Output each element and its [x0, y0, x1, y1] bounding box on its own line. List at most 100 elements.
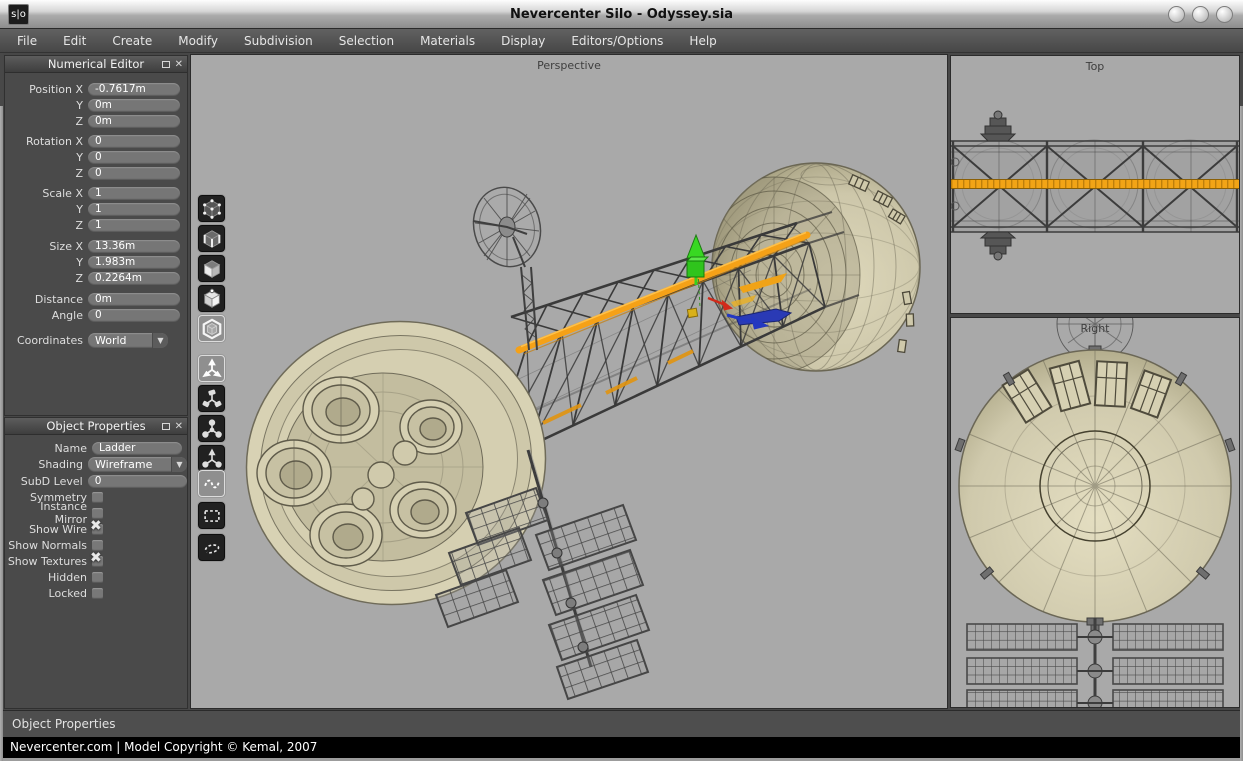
rotation-z-input[interactable]: 0 — [88, 167, 180, 180]
field-label: Size X — [5, 240, 83, 253]
shading-value: Wireframe — [88, 457, 171, 472]
field-label: Y — [5, 203, 83, 216]
object-mode-button[interactable] — [198, 285, 225, 312]
vertex-mode-icon — [201, 198, 223, 220]
show-normals-checkbox[interactable] — [92, 540, 103, 551]
panel-close-icon[interactable]: ✕ — [175, 418, 183, 435]
object-mode-icon — [201, 288, 223, 310]
field-label: Y — [5, 99, 83, 112]
field-label: Y — [5, 151, 83, 164]
window-maximize-button[interactable] — [1192, 6, 1209, 23]
hidden-checkbox[interactable] — [92, 572, 103, 583]
angle-input[interactable]: 0 — [88, 309, 180, 322]
panel-restore-icon[interactable] — [162, 61, 170, 68]
universal-manipulator-button[interactable] — [198, 445, 225, 472]
scale-tool-icon — [201, 418, 223, 440]
vertex-mode-button[interactable] — [198, 195, 225, 222]
object-properties-panel: Object Properties ✕ NameLadder Shading W… — [4, 417, 188, 709]
model-engine-section — [216, 290, 575, 636]
footer-bar: Nevercenter.com | Model Copyright © Kema… — [0, 737, 1243, 761]
scale-tool-button[interactable] — [198, 415, 225, 442]
footer-text: Nevercenter.com | Model Copyright © Kema… — [10, 740, 317, 754]
menu-modify[interactable]: Modify — [165, 29, 231, 53]
checkbox-label: Hidden — [5, 571, 87, 584]
silo-application-window: s|o Nevercenter Silo - Odyssey.sia File … — [0, 0, 1243, 761]
window-minimize-button[interactable] — [1168, 6, 1185, 23]
lasso-select-icon — [201, 537, 223, 559]
rotate-tool-button[interactable] — [198, 385, 225, 412]
rotation-y-input[interactable]: 0 — [88, 151, 180, 164]
checkbox-label: Show Textures — [5, 555, 87, 568]
scale-z-input[interactable]: 1 — [88, 219, 180, 232]
title-bar: s|o Nevercenter Silo - Odyssey.sia — [0, 0, 1243, 29]
menu-edit[interactable]: Edit — [50, 29, 99, 53]
numerical-editor-title: Numerical Editor — [48, 57, 144, 71]
perspective-viewport[interactable]: Perspective — [190, 54, 948, 709]
panel-close-icon[interactable]: ✕ — [175, 56, 183, 73]
instance-mirror-checkbox[interactable] — [92, 508, 103, 519]
status-bar: Object Properties — [0, 710, 1243, 737]
object-name-input[interactable]: Ladder — [92, 442, 182, 455]
numerical-editor-title-bar[interactable]: Numerical Editor ✕ — [5, 56, 187, 73]
status-text: Object Properties — [12, 717, 116, 731]
rect-select-button[interactable] — [198, 502, 225, 529]
face-mode-button[interactable] — [198, 255, 225, 282]
position-y-input[interactable]: 0m — [88, 99, 180, 112]
menu-display[interactable]: Display — [488, 29, 558, 53]
left-panel-column: Numerical Editor ✕ Position X-0.7617m Y0… — [3, 53, 189, 710]
scale-x-input[interactable]: 1 — [88, 187, 180, 200]
field-label: Z — [5, 219, 83, 232]
chevron-down-icon: ▼ — [171, 457, 187, 472]
lasso-select-button[interactable] — [198, 534, 225, 561]
window-frame-left — [0, 106, 3, 761]
window-title: Nevercenter Silo - Odyssey.sia — [0, 0, 1243, 29]
object-properties-title-bar[interactable]: Object Properties ✕ — [5, 418, 187, 435]
scale-y-input[interactable]: 1 — [88, 203, 180, 216]
field-label: Rotation X — [5, 135, 83, 148]
field-label: Z — [5, 272, 83, 285]
menu-selection[interactable]: Selection — [326, 29, 407, 53]
object-properties-title: Object Properties — [46, 419, 145, 433]
menu-file[interactable]: File — [4, 29, 50, 53]
field-label: Z — [5, 167, 83, 180]
universal-manipulator-icon — [201, 448, 223, 470]
coordinates-dropdown[interactable]: World ▼ — [88, 333, 168, 348]
symmetry-checkbox[interactable] — [92, 492, 103, 503]
multiselect-mode-button[interactable] — [198, 315, 225, 342]
right-view-sphere — [955, 350, 1235, 631]
top-viewport[interactable]: Top — [950, 55, 1240, 314]
shading-dropdown[interactable]: Wireframe ▼ — [88, 457, 187, 472]
move-tool-button[interactable] — [198, 355, 225, 382]
position-x-input[interactable]: -0.7617m — [88, 83, 180, 96]
face-mode-icon — [201, 258, 223, 280]
menu-subdivision[interactable]: Subdivision — [231, 29, 326, 53]
subd-label: SubD Level — [5, 475, 83, 488]
position-z-input[interactable]: 0m — [88, 115, 180, 128]
rect-select-icon — [201, 505, 223, 527]
right-view-solar-panels — [967, 618, 1223, 707]
show-wire-checkbox[interactable]: ✖ — [92, 524, 103, 535]
paint-select-button[interactable] — [198, 470, 225, 497]
right-viewport-label: Right — [951, 322, 1239, 335]
menu-editors-options[interactable]: Editors/Options — [558, 29, 676, 53]
top-view-ladder — [951, 179, 1239, 189]
subd-level-input[interactable]: 0 — [88, 475, 187, 488]
size-y-input[interactable]: 1.983m — [88, 256, 180, 269]
panel-restore-icon[interactable] — [162, 423, 170, 430]
coordinates-value: World — [88, 333, 152, 348]
rotation-x-input[interactable]: 0 — [88, 135, 180, 148]
locked-checkbox[interactable] — [92, 588, 103, 599]
checkbox-label: Show Normals — [5, 539, 87, 552]
menu-help[interactable]: Help — [676, 29, 729, 53]
right-viewport[interactable]: Right — [950, 317, 1240, 708]
show-textures-checkbox[interactable]: ✖ — [92, 556, 103, 567]
size-x-input[interactable]: 13.36m — [88, 240, 180, 253]
field-label: Position X — [5, 83, 83, 96]
edge-mode-button[interactable] — [198, 225, 225, 252]
distance-input[interactable]: 0m — [88, 293, 180, 306]
window-close-button[interactable] — [1216, 6, 1233, 23]
size-z-input[interactable]: 0.2264m — [88, 272, 180, 285]
menu-materials[interactable]: Materials — [407, 29, 488, 53]
checkbox-label: Locked — [5, 587, 87, 600]
menu-create[interactable]: Create — [99, 29, 165, 53]
